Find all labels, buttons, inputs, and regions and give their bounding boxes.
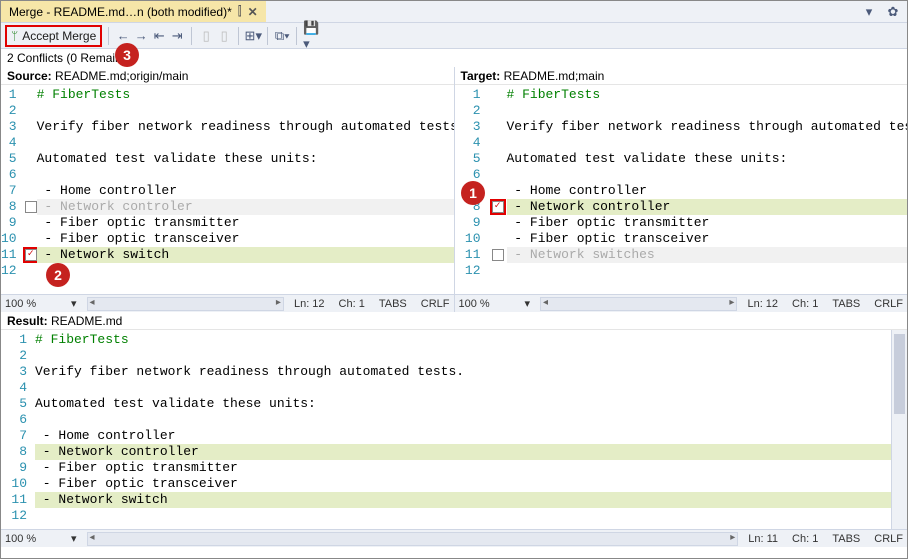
target-header: Target: README.md;main — [455, 67, 908, 85]
save-icon[interactable]: 💾▾ — [303, 28, 319, 44]
next-conflict-icon[interactable]: → — [133, 28, 149, 44]
horizontal-scrollbar[interactable] — [540, 297, 737, 311]
col-indicator: Ch: 1 — [792, 298, 818, 310]
col-indicator: Ch: 1 — [792, 533, 818, 545]
diff-panes: Source: README.md;origin/main 1234567891… — [1, 67, 907, 294]
dropdown-icon[interactable]: ▾ — [71, 297, 77, 310]
layout-icon[interactable]: ⊞▾ — [245, 28, 261, 44]
merge-toolbar: ᛘ Accept Merge ← → ⇤ ⇥ ▯ ▯ ⊞▾ ⧉▾ 💾▾ — [1, 23, 907, 49]
next-diff-icon[interactable]: ⇥ — [169, 28, 185, 44]
target-status-bar: 100 % ▾ Ln: 12 Ch: 1 TABS CRLF — [455, 294, 908, 312]
conflict-checkbox[interactable] — [25, 201, 37, 213]
dropdown-icon[interactable]: ▾ — [71, 532, 77, 545]
conflict-checkbox[interactable] — [492, 249, 504, 261]
source-pane: Source: README.md;origin/main 1234567891… — [1, 67, 455, 294]
accept-merge-button[interactable]: ᛘ Accept Merge — [5, 25, 102, 47]
merge-icon: ᛘ — [11, 29, 18, 43]
tabs-indicator: TABS — [379, 298, 407, 310]
separator — [238, 27, 239, 45]
zoom-level[interactable]: 100 % — [5, 298, 61, 310]
pin-icon[interactable]: ⫿ — [238, 4, 242, 19]
separator — [108, 27, 109, 45]
result-label: Result: — [7, 314, 48, 328]
crlf-indicator: CRLF — [421, 298, 450, 310]
callout-2: 2 — [46, 263, 70, 287]
result-editor[interactable]: 123456789101112# FiberTests Verify fiber… — [1, 330, 891, 529]
conflict-checkbox[interactable] — [492, 201, 504, 213]
vertical-scrollbar[interactable] — [891, 330, 907, 529]
prev-diff-icon[interactable]: ⇤ — [151, 28, 167, 44]
line-indicator: Ln: 12 — [747, 298, 778, 310]
source-path: README.md;origin/main — [55, 69, 188, 83]
gear-icon[interactable]: ✿ — [885, 4, 901, 20]
window-dropdown-icon[interactable]: ▾ — [861, 4, 877, 20]
callout-3: 3 — [115, 43, 139, 67]
tab-title: Merge - README.md…n (both modified)* — [9, 5, 232, 19]
document-tab[interactable]: Merge - README.md…n (both modified)* ⫿ ✕ — [1, 1, 266, 22]
left-pane-icon[interactable]: ▯ — [198, 28, 214, 44]
separator — [191, 27, 192, 45]
source-status-bar: 100 % ▾ Ln: 12 Ch: 1 TABS CRLF — [1, 294, 455, 312]
source-header: Source: README.md;origin/main — [1, 67, 454, 85]
tab-bar: Merge - README.md…n (both modified)* ⫿ ✕… — [1, 1, 907, 23]
result-path: README.md — [51, 314, 122, 328]
accept-merge-label: Accept Merge — [22, 29, 96, 43]
result-header: Result: README.md — [1, 312, 907, 330]
close-icon[interactable]: ✕ — [248, 5, 258, 19]
source-editor[interactable]: 123456789101112# FiberTests Verify fiber… — [1, 85, 454, 294]
crlf-indicator: CRLF — [874, 533, 903, 545]
target-pane: Target: README.md;main 123456789101112# … — [455, 67, 908, 294]
crlf-indicator: CRLF — [874, 298, 903, 310]
conflict-count-label: 2 Conflicts (0 Remain — [7, 51, 122, 65]
line-indicator: Ln: 12 — [294, 298, 325, 310]
target-path: README.md;main — [504, 69, 605, 83]
zoom-level[interactable]: 100 % — [459, 298, 515, 310]
prev-conflict-icon[interactable]: ← — [115, 28, 131, 44]
horizontal-scrollbar[interactable] — [87, 297, 284, 311]
result-status-bar: 100 % ▾ Ln: 11 Ch: 1 TABS CRLF — [1, 529, 907, 547]
callout-1: 1 — [461, 181, 485, 205]
tabs-indicator: TABS — [832, 298, 860, 310]
source-label: Source: — [7, 69, 52, 83]
line-indicator: Ln: 11 — [748, 533, 778, 545]
tabs-indicator: TABS — [832, 533, 860, 545]
horizontal-scrollbar[interactable] — [87, 532, 739, 546]
conflict-checkbox[interactable] — [25, 249, 37, 261]
target-editor[interactable]: 123456789101112# FiberTests Verify fiber… — [455, 85, 908, 294]
right-pane-icon[interactable]: ▯ — [216, 28, 232, 44]
target-label: Target: — [461, 69, 501, 83]
separator — [296, 27, 297, 45]
zoom-level[interactable]: 100 % — [5, 533, 61, 545]
col-indicator: Ch: 1 — [339, 298, 365, 310]
dropdown-icon[interactable]: ▾ — [525, 297, 531, 310]
separator — [267, 27, 268, 45]
compare-icon[interactable]: ⧉▾ — [274, 28, 290, 44]
